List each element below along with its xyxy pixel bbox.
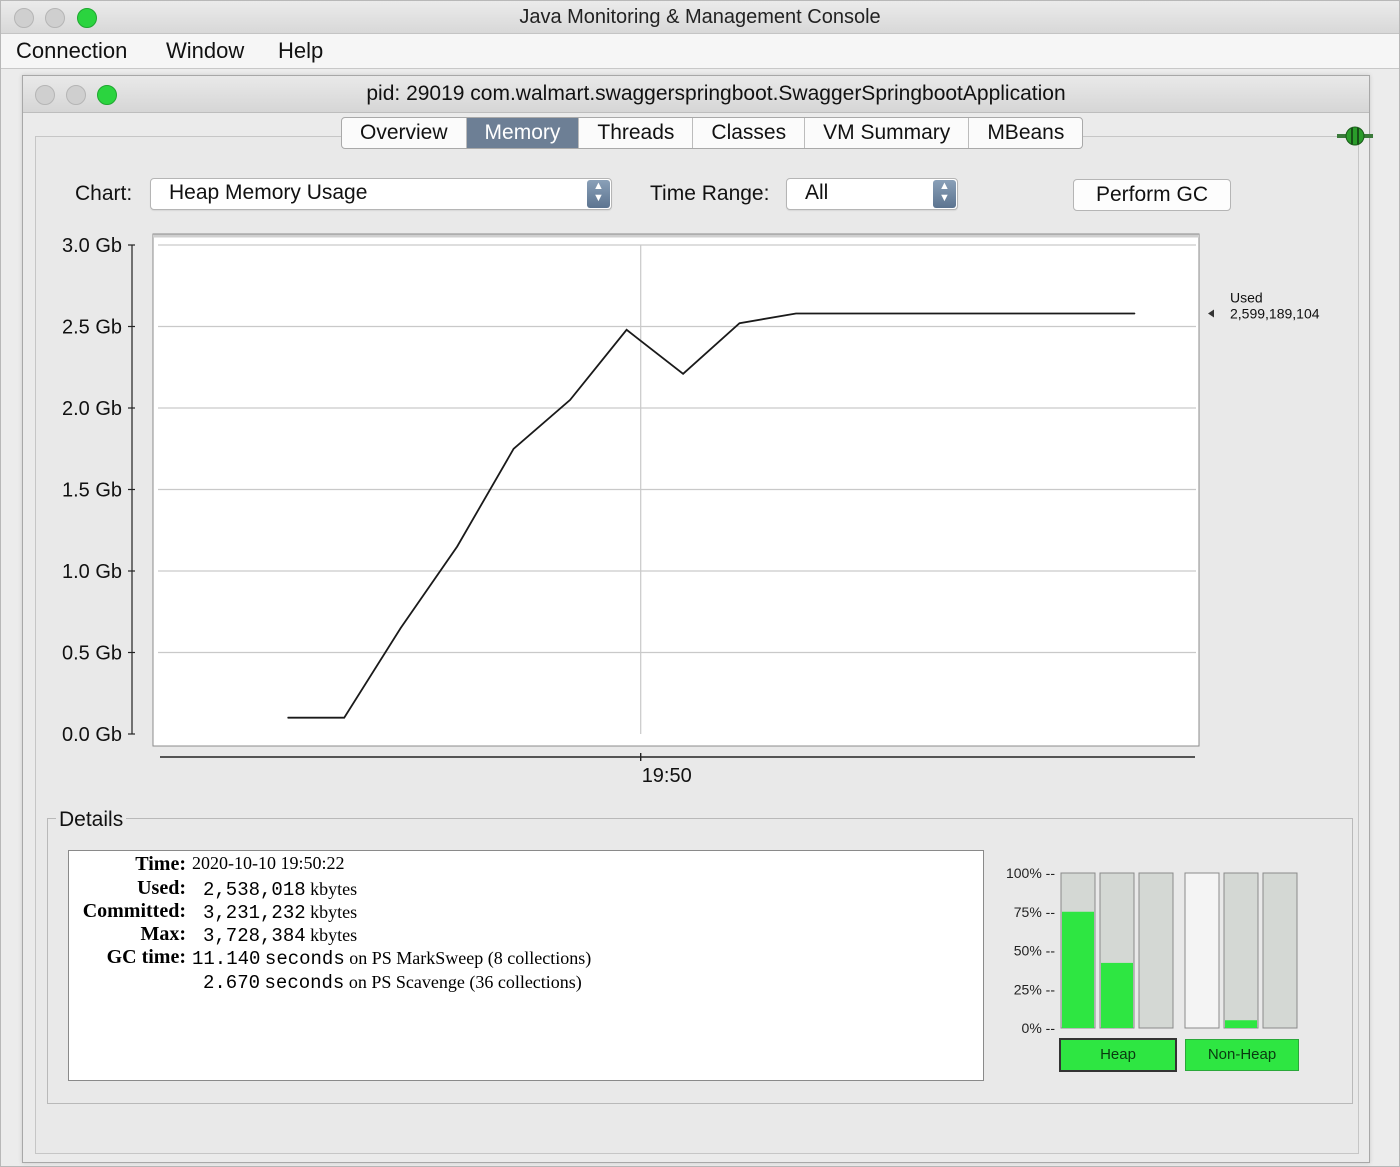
data-point xyxy=(343,717,345,719)
data-point xyxy=(513,448,515,450)
data-point xyxy=(456,546,458,548)
data-point xyxy=(1021,312,1023,314)
data-point xyxy=(626,329,628,331)
data-point xyxy=(1077,312,1079,314)
y-tick-label: 0.5 Gb xyxy=(62,643,122,665)
heap-pool-button[interactable]: Heap xyxy=(1059,1038,1177,1072)
legend-pointer-icon xyxy=(1208,309,1214,318)
data-point xyxy=(400,627,402,629)
gc-scavenge-text: on PS Scavenge (36 collections) xyxy=(348,972,582,992)
max-unit: kbytes xyxy=(310,925,358,945)
committed-label: Committed: xyxy=(82,900,186,922)
data-point xyxy=(908,312,910,314)
data-point xyxy=(795,312,797,314)
gc-scavenge-time: 2.670 xyxy=(203,972,261,994)
details-title: Details xyxy=(56,808,127,832)
used-unit: kbytes xyxy=(310,879,358,899)
gc-marksweep-text: on PS MarkSweep (8 collections) xyxy=(349,948,592,968)
legend-series-value: 2,599,189,104 xyxy=(1230,305,1320,321)
gc-scavenge-seconds: seconds xyxy=(264,972,345,994)
used-value: 2,538,018 xyxy=(203,879,306,901)
x-tick-label: 19:50 xyxy=(642,765,692,787)
y-tick-label: 3.0 Gb xyxy=(62,235,122,257)
data-point xyxy=(964,312,966,314)
max-value: 3,728,384 xyxy=(203,925,306,947)
gc-time-label: GC time: xyxy=(106,946,186,968)
used-label: Used: xyxy=(137,877,186,899)
y-tick-label: 0.0 Gb xyxy=(62,724,122,746)
nonheap-pool-button[interactable]: Non-Heap xyxy=(1185,1039,1299,1071)
heap-usage-chart: 0.0 Gb 0.5 Gb 1.0 Gb 1.5 Gb 2.0 Gb 2.5 Gb 3.0 … xyxy=(62,233,1320,787)
legend-series-name: Used xyxy=(1230,289,1263,305)
data-point xyxy=(682,373,684,375)
details-text-area: Time: 2020-10-10 19:50:22 Used: 2,538,01… xyxy=(68,850,984,1081)
data-point xyxy=(287,717,289,719)
committed-unit: kbytes xyxy=(310,902,358,922)
y-tick-label: 1.5 Gb xyxy=(62,480,122,502)
y-tick-label: 2.5 Gb xyxy=(62,317,122,339)
data-point xyxy=(569,399,571,401)
gc-marksweep-seconds: seconds xyxy=(264,948,345,970)
gc-marksweep-time: 11.140 xyxy=(192,948,261,970)
data-point xyxy=(1134,312,1136,314)
y-tick-label: 2.0 Gb xyxy=(62,398,122,420)
data-point xyxy=(739,322,741,324)
time-label: Time: xyxy=(135,853,186,875)
data-point xyxy=(851,312,853,314)
committed-value: 3,231,232 xyxy=(203,902,306,924)
max-label: Max: xyxy=(140,923,186,945)
y-tick-label: 1.0 Gb xyxy=(62,561,122,583)
time-value: 2020-10-10 19:50:22 xyxy=(192,853,345,873)
